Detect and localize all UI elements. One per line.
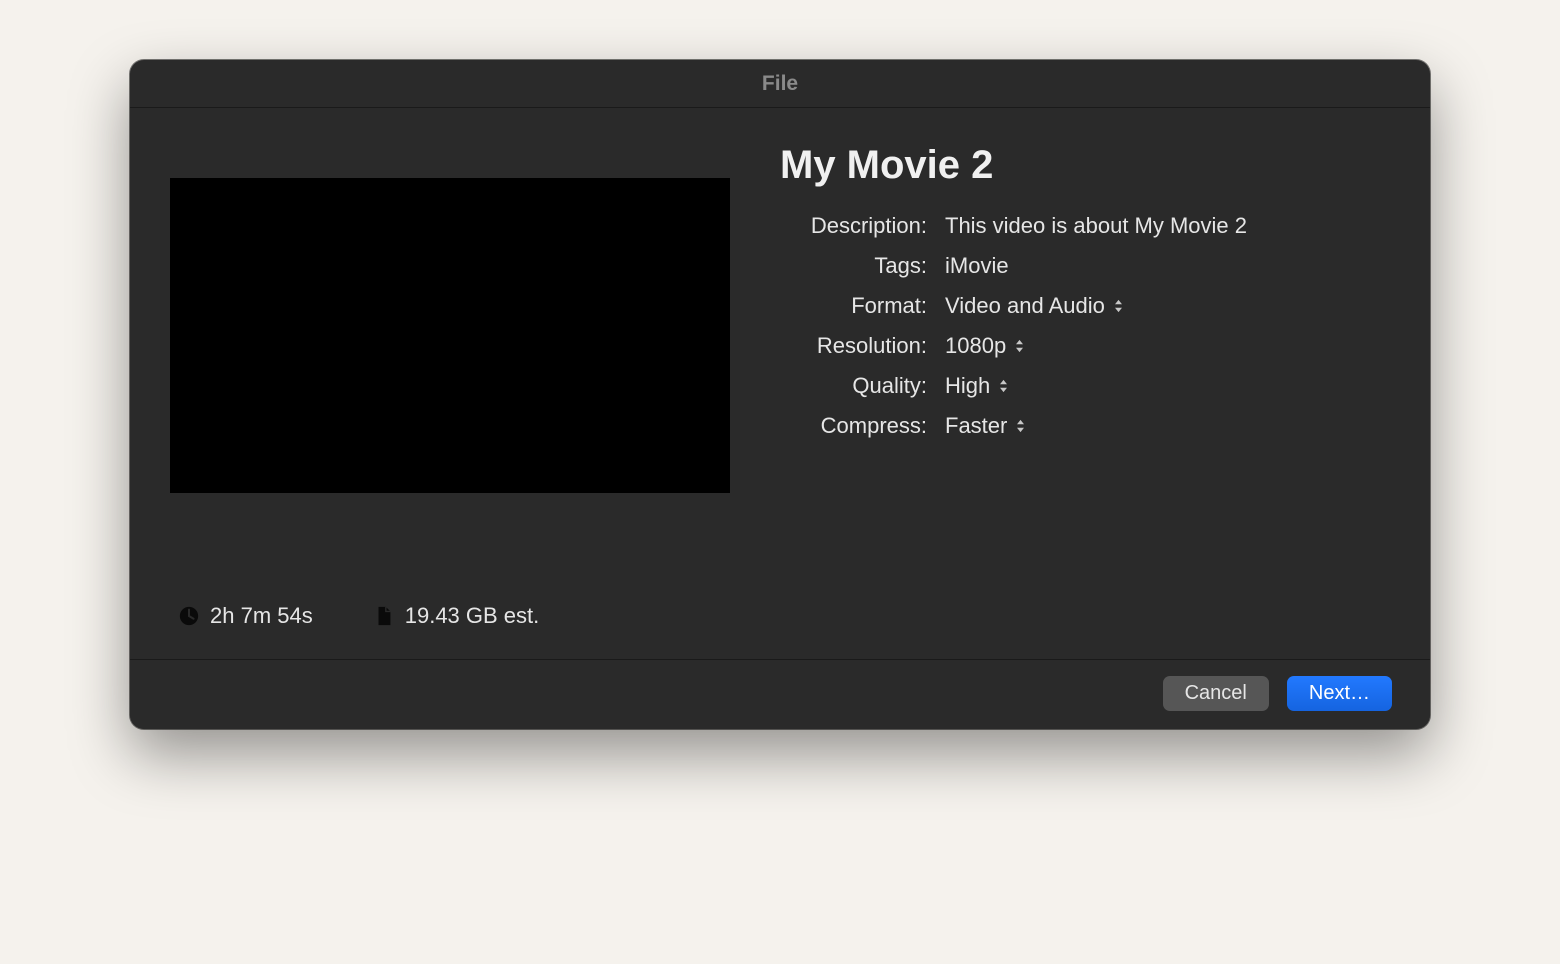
updown-icon xyxy=(998,379,1009,393)
duration-value: 2h 7m 54s xyxy=(210,603,313,629)
quality-value: High xyxy=(945,373,990,399)
size-meta: 19.43 GB est. xyxy=(373,603,540,629)
quality-select[interactable]: High xyxy=(945,373,1009,399)
updown-icon xyxy=(1014,339,1025,353)
format-select[interactable]: Video and Audio xyxy=(945,293,1124,319)
resolution-select[interactable]: 1080p xyxy=(945,333,1025,359)
dialog-footer: Cancel Next… xyxy=(130,660,1430,729)
compress-label: Compress: xyxy=(780,413,945,439)
resolution-value: 1080p xyxy=(945,333,1006,359)
cancel-button[interactable]: Cancel xyxy=(1163,676,1269,711)
format-row: Format: Video and Audio xyxy=(780,293,1390,319)
compress-select[interactable]: Faster xyxy=(945,413,1026,439)
resolution-label: Resolution: xyxy=(780,333,945,359)
description-field[interactable]: This video is about My Movie 2 xyxy=(945,213,1247,239)
resolution-row: Resolution: 1080p xyxy=(780,333,1390,359)
file-icon xyxy=(373,605,395,627)
tags-value: iMovie xyxy=(945,253,1009,279)
left-panel: 2h 7m 54s 19.43 GB est. xyxy=(170,138,730,629)
tags-field[interactable]: iMovie xyxy=(945,253,1009,279)
dialog-titlebar: File xyxy=(130,60,1430,108)
next-button[interactable]: Next… xyxy=(1287,676,1392,711)
dialog-title: File xyxy=(762,72,798,96)
duration-meta: 2h 7m 54s xyxy=(178,603,313,629)
description-value: This video is about My Movie 2 xyxy=(945,213,1247,239)
compress-value: Faster xyxy=(945,413,1007,439)
dialog-content: 2h 7m 54s 19.43 GB est. My Movie 2 Descr… xyxy=(130,108,1430,660)
updown-icon xyxy=(1015,419,1026,433)
meta-row: 2h 7m 54s 19.43 GB est. xyxy=(170,603,730,629)
right-panel: My Movie 2 Description: This video is ab… xyxy=(780,138,1390,629)
tags-row: Tags: iMovie xyxy=(780,253,1390,279)
format-value: Video and Audio xyxy=(945,293,1105,319)
export-dialog: File 2h 7m 54s xyxy=(130,60,1430,729)
tags-label: Tags: xyxy=(780,253,945,279)
description-row: Description: This video is about My Movi… xyxy=(780,213,1390,239)
format-label: Format: xyxy=(780,293,945,319)
updown-icon xyxy=(1113,299,1124,313)
video-preview xyxy=(170,178,730,493)
movie-title: My Movie 2 xyxy=(780,143,1390,188)
quality-label: Quality: xyxy=(780,373,945,399)
clock-icon xyxy=(178,605,200,627)
description-label: Description: xyxy=(780,213,945,239)
size-value: 19.43 GB est. xyxy=(405,603,540,629)
compress-row: Compress: Faster xyxy=(780,413,1390,439)
quality-row: Quality: High xyxy=(780,373,1390,399)
